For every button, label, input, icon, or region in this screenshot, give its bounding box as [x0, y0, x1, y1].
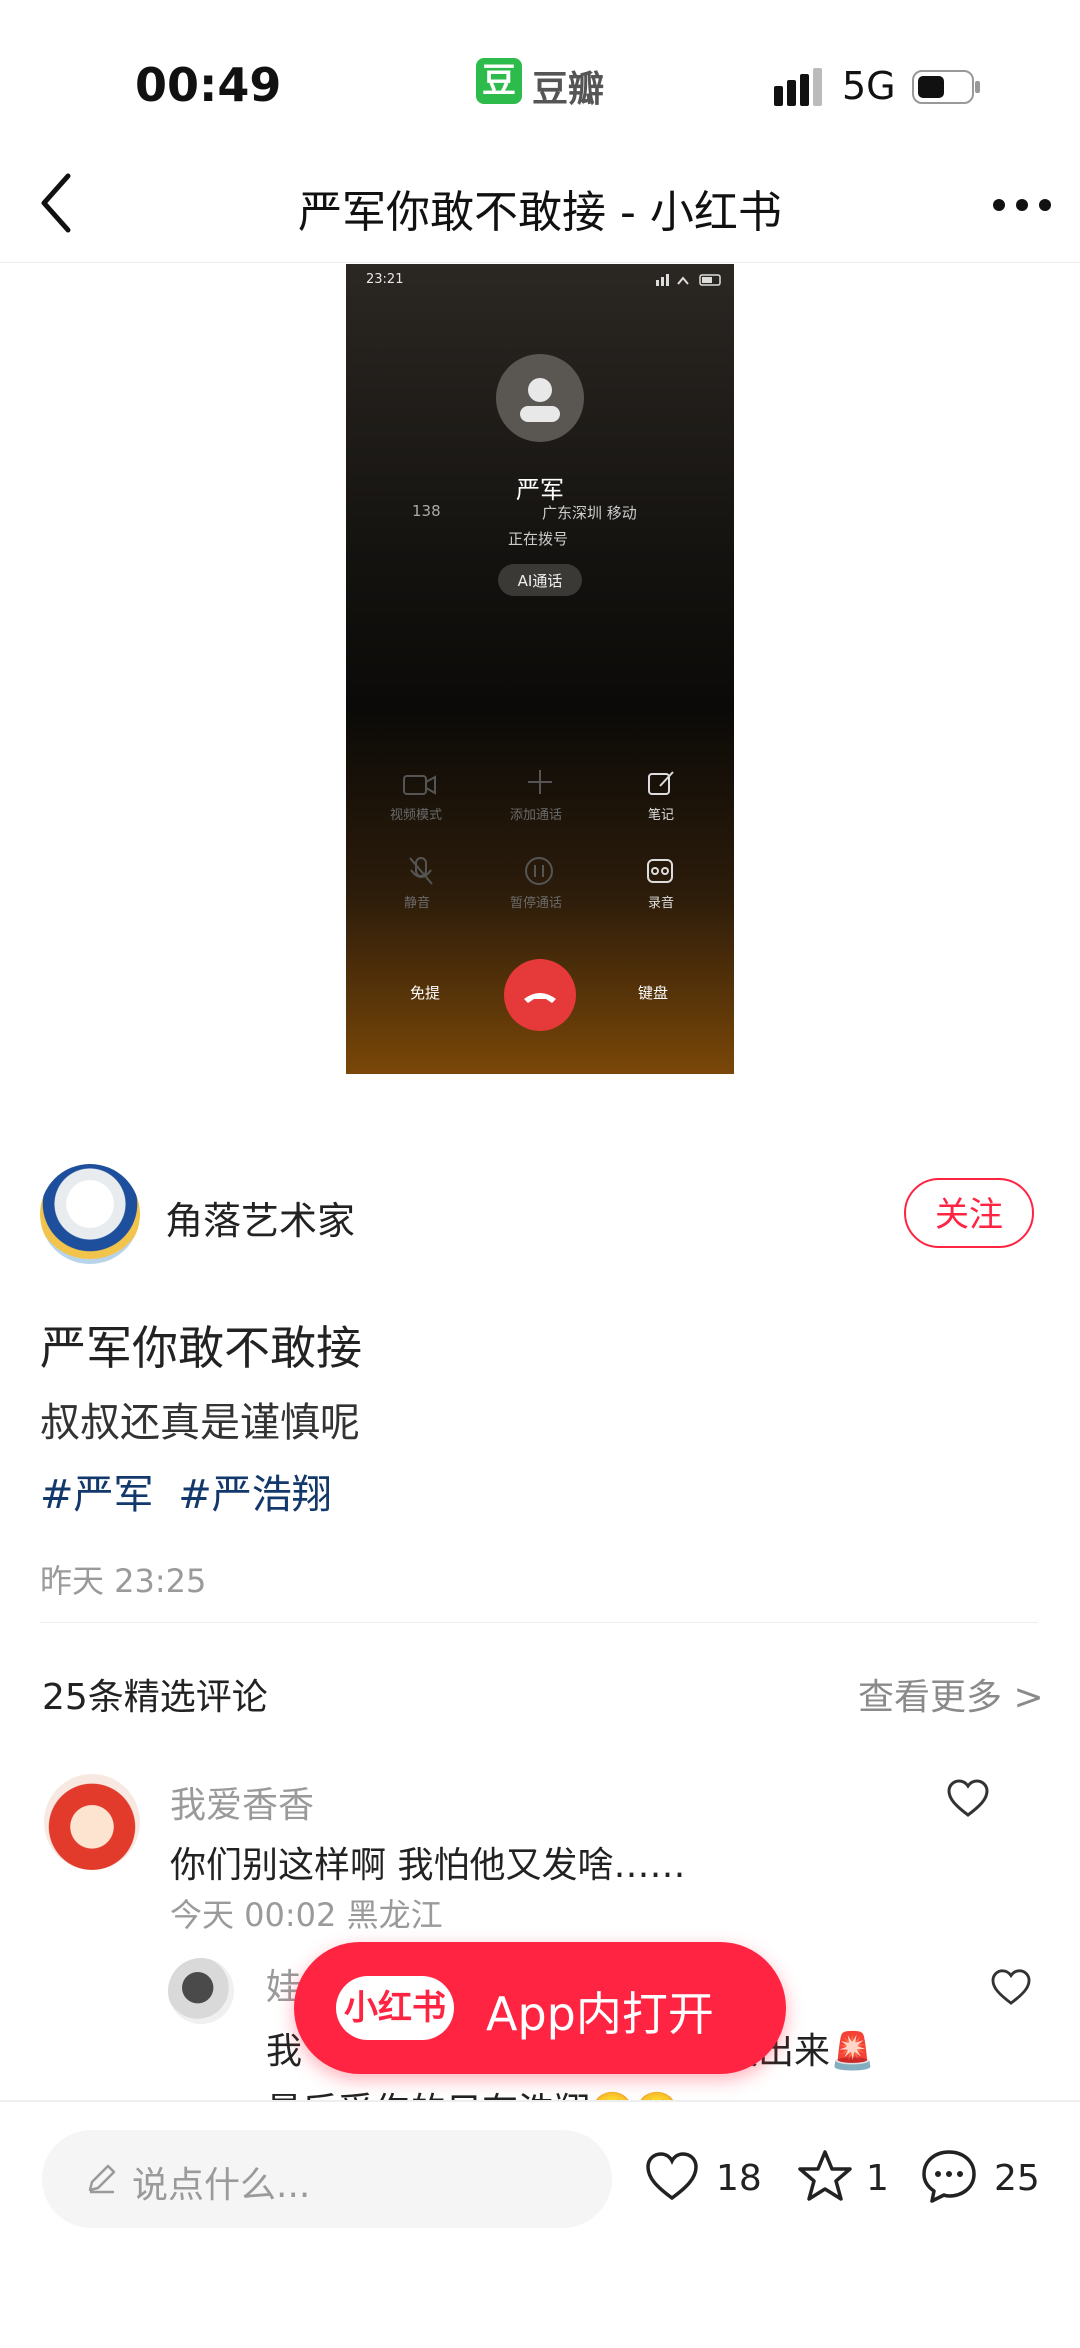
collect-count: 1 — [866, 2158, 889, 2199]
mute-label: 静音 — [404, 896, 431, 911]
tag-link[interactable]: #严浩翔 — [178, 1472, 332, 1518]
speaker-label: 免提 — [410, 984, 441, 1002]
post-tags: #严军 #严浩翔 — [40, 1462, 344, 1520]
author-avatar[interactable] — [40, 1164, 140, 1264]
pencil-icon — [88, 2164, 116, 2194]
douban-logo-icon[interactable]: 豆 — [476, 58, 522, 104]
add-call-icon — [528, 770, 552, 794]
divider — [0, 262, 1080, 263]
caller-name: 严军 — [516, 476, 564, 504]
pause-call-label: 暂停通话 — [510, 896, 563, 911]
status-time: 00:49 — [135, 58, 282, 112]
page-title: 严军你敢不敢接 - 小红书 — [298, 187, 782, 238]
keypad-label: 键盘 — [638, 984, 669, 1002]
like-count: 18 — [716, 2158, 762, 2199]
caller-avatar-icon — [496, 354, 584, 442]
record-label: 录音 — [648, 896, 675, 911]
add-call-label: 添加通话 — [510, 808, 563, 823]
video-mode-icon — [403, 775, 436, 795]
commenter-name[interactable]: 我爱香香 — [170, 1776, 314, 1828]
record-icon — [647, 859, 673, 883]
post-title: 严军你敢不敢接 — [40, 1321, 362, 1375]
post-description: 叔叔还真是谨慎呢 — [40, 1400, 360, 1446]
open-in-app-label: App内打开 — [486, 1987, 714, 2041]
post-image[interactable]: 23:21 严军 138 广东深圳 移动 正在拨号 AI通话 视频模式 添加通话… — [346, 264, 734, 1074]
author-name[interactable]: 角落艺术家 — [165, 1190, 355, 1245]
mute-icon — [409, 857, 433, 885]
note-icon — [648, 771, 674, 795]
image-status-icons — [656, 274, 721, 286]
video-mode-label: 视频模式 — [390, 808, 443, 823]
see-more-link[interactable]: 查看更多 > — [858, 1668, 1044, 1720]
ai-call-button[interactable]: AI通话 — [498, 564, 582, 596]
commenter-avatar[interactable] — [44, 1774, 140, 1870]
post-time: 昨天 23:25 — [40, 1562, 207, 1600]
caller-number: 138 — [412, 502, 441, 520]
caller-location: 广东深圳 移动 — [542, 504, 637, 522]
comment-text: 我 — [266, 2031, 303, 2072]
call-status: 正在拨号 — [508, 530, 569, 548]
commenter-avatar[interactable] — [168, 1958, 234, 2024]
comment-like-icon[interactable] — [990, 1968, 1032, 2006]
comment-input[interactable]: 说点什么... — [42, 2130, 612, 2228]
comment-icon[interactable] — [920, 2148, 978, 2206]
comment-placeholder: 说点什么... — [132, 2165, 311, 2206]
battery-icon — [912, 70, 980, 104]
pause-call-icon — [525, 857, 553, 885]
ai-call-label: AI通话 — [517, 572, 563, 590]
more-icon[interactable] — [992, 198, 1052, 212]
tag-link[interactable]: #严军 — [40, 1472, 154, 1518]
comment-meta: 今天 00:02 黑龙江 — [170, 1896, 443, 1934]
network-type: 5G — [842, 64, 896, 108]
divider — [40, 1622, 1038, 1623]
comment-like-icon[interactable] — [946, 1778, 990, 1818]
star-icon[interactable] — [796, 2148, 854, 2204]
note-label: 笔记 — [648, 808, 675, 823]
comment-text: 你们别这样啊 我怕他又发啥…… — [170, 1845, 686, 1886]
open-in-app-button[interactable]: 小红书 App内打开 — [294, 1942, 786, 2074]
comment-count: 25 — [994, 2158, 1040, 2199]
hangup-button[interactable] — [504, 959, 576, 1031]
xiaohongshu-logo-icon: 小红书 — [336, 1976, 454, 2040]
follow-button[interactable]: 关注 — [904, 1178, 1034, 1248]
signal-icon — [774, 68, 822, 106]
comment-count-label: 25条精选评论 — [42, 1677, 268, 1718]
back-to-app-label[interactable]: 豆瓣 — [532, 60, 604, 112]
hangup-icon — [524, 993, 556, 1003]
image-time: 23:21 — [366, 272, 404, 287]
like-icon[interactable] — [644, 2150, 700, 2202]
